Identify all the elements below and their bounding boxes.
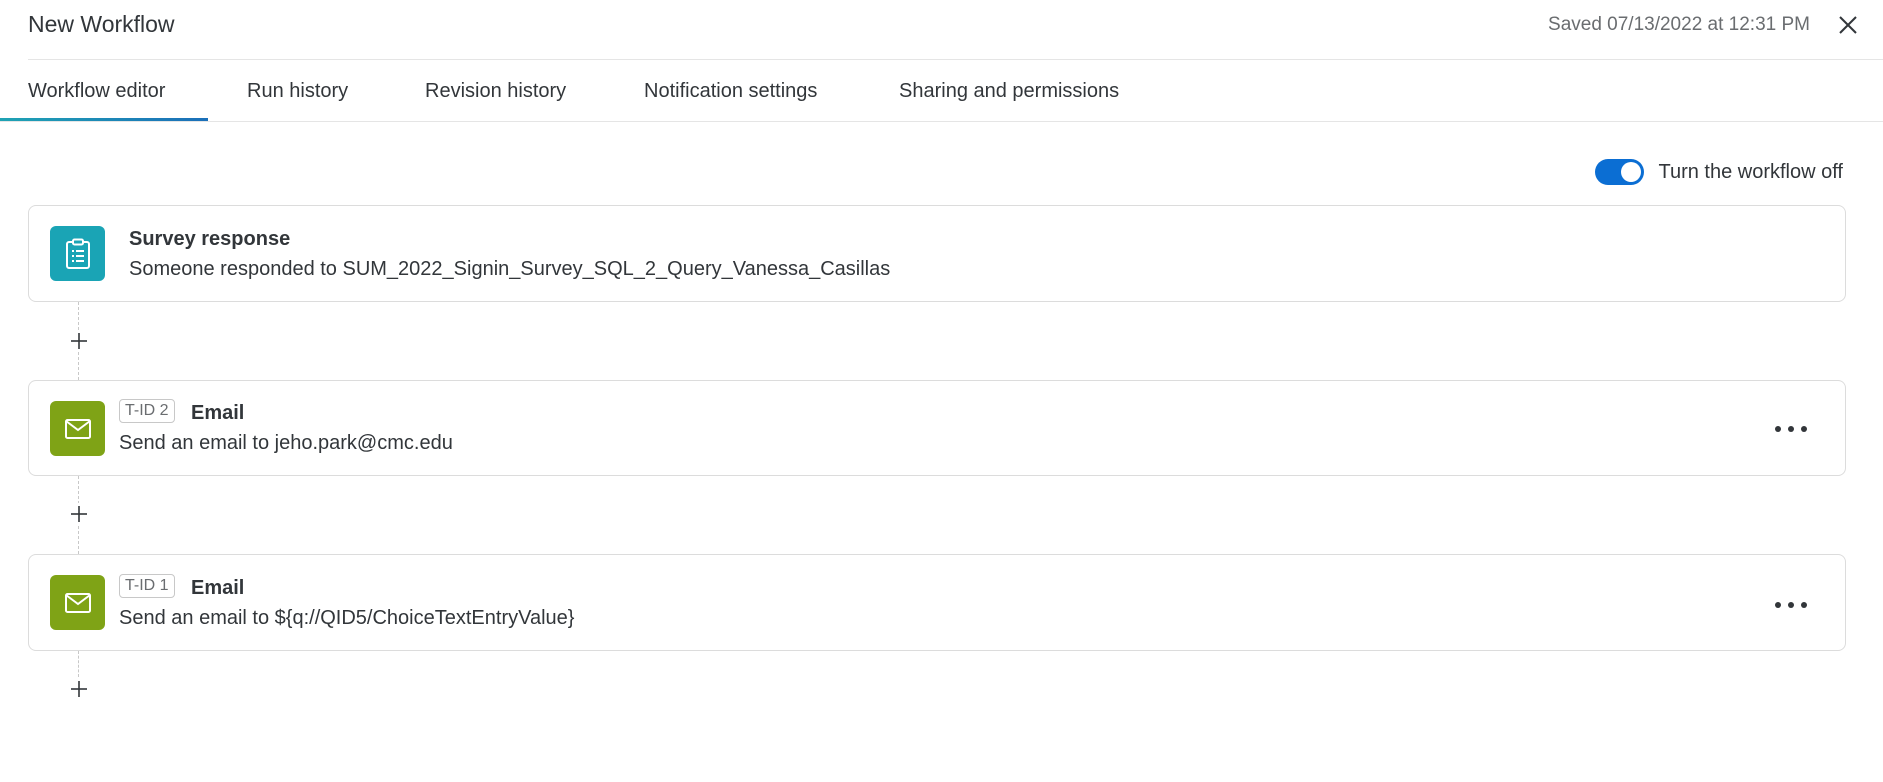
toggle-label: Turn the workflow off	[1658, 160, 1843, 183]
dot	[1788, 426, 1794, 432]
more-options-button[interactable]	[1775, 419, 1807, 439]
dot	[1775, 602, 1781, 608]
email-task-icon-tile	[50, 401, 105, 456]
dot	[1801, 602, 1807, 608]
card-description: Send an email to jeho.park@cmc.edu	[119, 432, 453, 454]
card-title: Survey response	[129, 228, 291, 250]
task-card-email[interactable]: T-ID 1 Email Send an email to ${q://QID5…	[28, 554, 1846, 651]
card-title: Email	[191, 577, 245, 599]
task-id-badge: T-ID 2	[119, 399, 175, 423]
header: New Workflow Saved 07/13/2022 at 12:31 P…	[0, 0, 1883, 60]
plus-icon	[68, 678, 90, 700]
card-title: Email	[191, 402, 245, 424]
workflow-toggle-row: Turn the workflow off	[1595, 158, 1843, 186]
workflow-editor-page: New Workflow Saved 07/13/2022 at 12:31 P…	[0, 0, 1883, 782]
envelope-icon	[64, 592, 91, 613]
add-step-button[interactable]	[68, 678, 90, 700]
card-description: Send an email to ${q://QID5/ChoiceTextEn…	[119, 607, 575, 629]
survey-trigger-icon-tile	[50, 226, 105, 281]
page-title: New Workflow	[28, 11, 175, 37]
active-tab-indicator	[0, 118, 208, 121]
envelope-icon	[64, 418, 91, 439]
email-task-icon-tile	[50, 575, 105, 630]
more-options-button[interactable]	[1775, 595, 1807, 615]
dot	[1788, 602, 1794, 608]
task-card-email[interactable]: T-ID 2 Email Send an email to jeho.park@…	[28, 380, 1846, 476]
workflow-toggle[interactable]	[1595, 159, 1645, 185]
tab-sharing-and-permissions[interactable]: Sharing and permissions	[899, 80, 1119, 103]
plus-icon	[68, 503, 90, 525]
card-description: Someone responded to SUM_2022_Signin_Sur…	[129, 258, 891, 280]
dot	[1775, 426, 1781, 432]
clipboard-icon	[65, 238, 90, 269]
dot	[1801, 426, 1807, 432]
add-step-button[interactable]	[68, 330, 90, 352]
connector-line	[78, 651, 79, 677]
task-id-badge: T-ID 1	[119, 574, 175, 598]
tab-bar: Workflow editor Run history Revision his…	[0, 60, 1883, 122]
trigger-card-survey-response[interactable]: Survey response Someone responded to SUM…	[28, 205, 1846, 302]
saved-status: Saved 07/13/2022 at 12:31 PM	[1548, 14, 1810, 35]
tab-revision-history[interactable]: Revision history	[425, 80, 566, 103]
tab-workflow-editor[interactable]: Workflow editor	[28, 80, 165, 103]
add-step-button[interactable]	[68, 503, 90, 525]
tab-notification-settings[interactable]: Notification settings	[644, 80, 817, 103]
tab-run-history[interactable]: Run history	[247, 80, 348, 103]
plus-icon	[68, 330, 90, 352]
toggle-knob	[1621, 162, 1642, 182]
close-button[interactable]	[1835, 12, 1861, 38]
close-icon	[1839, 16, 1857, 34]
